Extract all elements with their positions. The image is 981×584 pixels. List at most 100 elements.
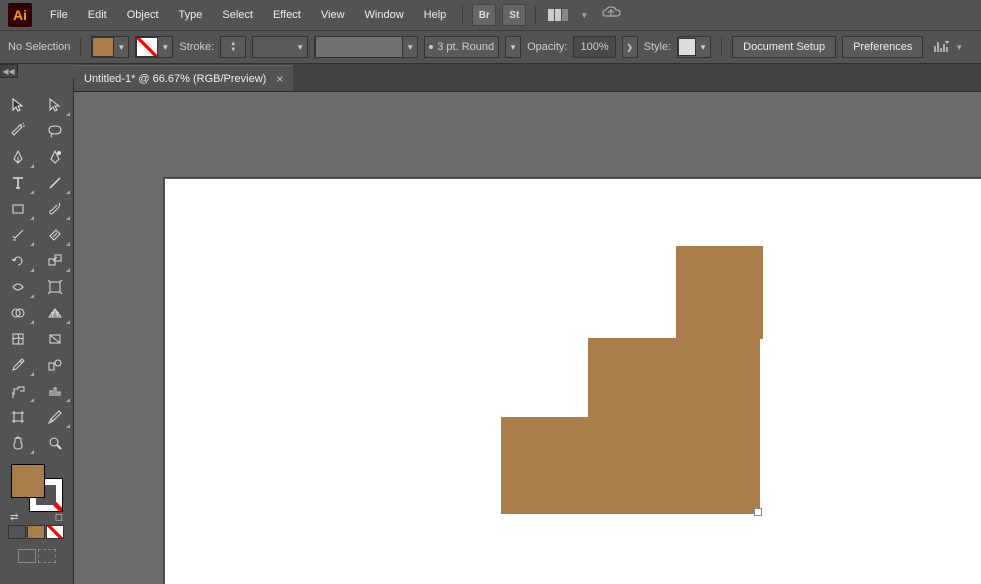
separator bbox=[721, 38, 722, 56]
scale-tool[interactable] bbox=[37, 248, 74, 274]
perspective-grid-tool[interactable] bbox=[37, 300, 74, 326]
opacity-input[interactable]: 100% bbox=[573, 36, 615, 58]
color-mode-gradient[interactable] bbox=[27, 525, 45, 539]
artboard-tool[interactable] bbox=[0, 404, 37, 430]
blend-tool[interactable] bbox=[37, 352, 74, 378]
mesh-tool[interactable] bbox=[0, 326, 37, 352]
menu-file[interactable]: File bbox=[42, 5, 76, 25]
slice-tool[interactable] bbox=[37, 404, 74, 430]
resize-handle[interactable] bbox=[754, 508, 762, 516]
stroke-color-dropdown[interactable]: ▼ bbox=[135, 36, 173, 58]
shape-step-3[interactable] bbox=[676, 246, 763, 339]
screen-mode-normal[interactable] bbox=[18, 549, 36, 563]
paintbrush-tool[interactable] bbox=[37, 196, 74, 222]
menu-edit[interactable]: Edit bbox=[80, 5, 115, 25]
bridge-button[interactable]: Br bbox=[472, 4, 496, 26]
rotate-tool[interactable] bbox=[0, 248, 37, 274]
chevron-down-icon: ▼ bbox=[403, 43, 417, 52]
document-tab-bar: Untitled-1* @ 66.67% (RGB/Preview) × bbox=[74, 64, 981, 92]
lasso-tool[interactable] bbox=[37, 118, 74, 144]
stroke-label: Stroke: bbox=[179, 41, 214, 53]
color-mode-solid[interactable] bbox=[8, 525, 26, 539]
separator bbox=[80, 38, 81, 56]
color-mode-none[interactable] bbox=[46, 525, 64, 539]
column-graph-tool[interactable] bbox=[37, 378, 74, 404]
type-tool[interactable] bbox=[0, 170, 37, 196]
app-logo: Ai bbox=[8, 3, 32, 27]
eraser-tool[interactable] bbox=[37, 222, 74, 248]
separator bbox=[462, 6, 463, 24]
menu-window[interactable]: Window bbox=[357, 5, 412, 25]
eyedropper-tool[interactable] bbox=[0, 352, 37, 378]
brush-definition-dropdown[interactable]: ▼ bbox=[314, 36, 418, 58]
brush-size-label: 3 pt. Round bbox=[437, 41, 494, 53]
shape-step-1[interactable] bbox=[501, 417, 760, 514]
stroke-swatch bbox=[136, 37, 158, 57]
fill-swatch-large[interactable] bbox=[11, 464, 45, 498]
menu-type[interactable]: Type bbox=[171, 5, 211, 25]
brush-size-field[interactable]: 3 pt. Round bbox=[424, 36, 499, 58]
stroke-profile-dropdown[interactable]: ▼ bbox=[252, 36, 308, 58]
menu-view[interactable]: View bbox=[313, 5, 353, 25]
chevron-down-icon: ▼ bbox=[951, 43, 967, 52]
fill-swatch bbox=[92, 37, 114, 57]
close-icon[interactable]: × bbox=[276, 72, 283, 86]
stock-button[interactable]: St bbox=[502, 4, 526, 26]
screen-mode-full[interactable] bbox=[38, 549, 56, 563]
opacity-dropdown[interactable]: ❯ bbox=[622, 36, 638, 58]
direct-selection-tool[interactable] bbox=[37, 92, 74, 118]
color-mode-row bbox=[0, 525, 73, 539]
document-tab-title: Untitled-1* @ 66.67% (RGB/Preview) bbox=[84, 73, 266, 85]
symbol-sprayer-tool[interactable] bbox=[0, 378, 37, 404]
menu-bar: Ai File Edit Object Type Select Effect V… bbox=[0, 0, 981, 30]
menu-help[interactable]: Help bbox=[416, 5, 455, 25]
panel-collapse-tab[interactable]: ◀◀ bbox=[0, 64, 18, 78]
line-segment-tool[interactable] bbox=[37, 170, 74, 196]
gradient-tool[interactable] bbox=[37, 326, 74, 352]
tools-panel: ⇄ ◻ bbox=[0, 78, 74, 584]
arrange-documents-button[interactable] bbox=[544, 9, 572, 21]
rectangle-tool[interactable] bbox=[0, 196, 37, 222]
fill-stroke-swatches[interactable] bbox=[11, 464, 63, 512]
screen-mode-row bbox=[0, 549, 73, 563]
menu-object[interactable]: Object bbox=[119, 5, 167, 25]
artboard[interactable] bbox=[164, 178, 981, 584]
fill-color-dropdown[interactable]: ▼ bbox=[91, 36, 129, 58]
pen-tool[interactable] bbox=[0, 144, 37, 170]
align-options-dropdown[interactable]: ▼ bbox=[929, 39, 971, 55]
document-tab[interactable]: Untitled-1* @ 66.67% (RGB/Preview) × bbox=[74, 65, 293, 91]
canvas-area[interactable] bbox=[74, 92, 981, 584]
gpu-preview-icon[interactable] bbox=[596, 6, 628, 25]
selection-tool[interactable] bbox=[0, 92, 37, 118]
shape-step-2[interactable] bbox=[588, 338, 760, 418]
shape-builder-tool[interactable] bbox=[0, 300, 37, 326]
zoom-tool[interactable] bbox=[37, 430, 74, 456]
swap-fill-stroke-icon[interactable]: ⇄ bbox=[10, 512, 18, 523]
style-swatch bbox=[678, 38, 696, 56]
chevron-down-icon: ▼ bbox=[696, 43, 710, 52]
selection-status: No Selection bbox=[8, 41, 70, 53]
default-fill-stroke-icon[interactable]: ◻ bbox=[55, 512, 63, 523]
preferences-button[interactable]: Preferences bbox=[842, 36, 923, 58]
control-bar: No Selection ▼ ▼ Stroke: ▲▼ ▼ ▼ 3 pt. Ro… bbox=[0, 30, 981, 64]
style-label: Style: bbox=[644, 41, 672, 53]
separator bbox=[535, 6, 536, 24]
dot-icon bbox=[429, 45, 433, 49]
free-transform-tool[interactable] bbox=[37, 274, 74, 300]
graphic-style-dropdown[interactable]: ▼ bbox=[677, 36, 711, 58]
menu-select[interactable]: Select bbox=[214, 5, 261, 25]
chevron-down-icon: ▼ bbox=[114, 43, 128, 52]
opacity-label: Opacity: bbox=[527, 41, 567, 53]
magic-wand-tool[interactable] bbox=[0, 118, 37, 144]
stroke-weight-stepper[interactable]: ▲▼ bbox=[220, 36, 246, 58]
shaper-tool[interactable] bbox=[0, 222, 37, 248]
brush-preview bbox=[315, 36, 403, 58]
document-setup-button[interactable]: Document Setup bbox=[732, 36, 836, 58]
chevron-down-icon[interactable]: ▼ bbox=[576, 11, 592, 20]
width-tool[interactable] bbox=[0, 274, 37, 300]
opacity-value: 100% bbox=[580, 41, 608, 53]
brush-size-dropdown[interactable]: ▼ bbox=[505, 36, 521, 58]
hand-tool[interactable] bbox=[0, 430, 37, 456]
curvature-tool[interactable] bbox=[37, 144, 74, 170]
menu-effect[interactable]: Effect bbox=[265, 5, 309, 25]
